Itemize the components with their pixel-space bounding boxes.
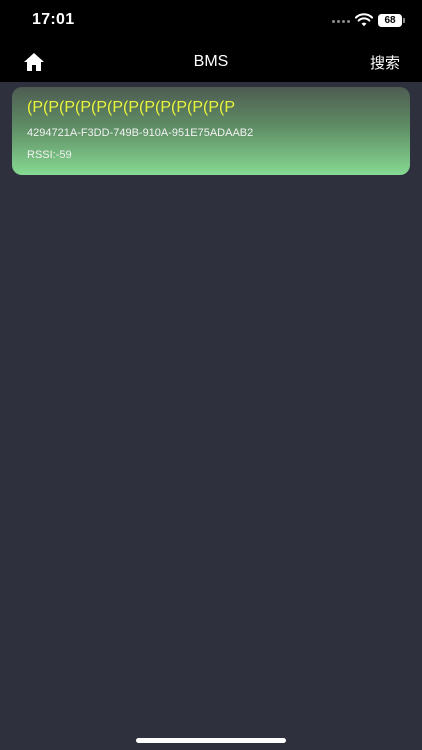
device-rssi: RSSI:-59	[27, 149, 72, 161]
wifi-icon	[355, 13, 373, 27]
device-list-item[interactable]: (P(P(P(P(P(P(P(P(P(P(P(P(P 4294721A-F3DD…	[12, 87, 410, 175]
device-uuid: 4294721A-F3DD-749B-910A-951E75ADAAB2	[27, 127, 254, 139]
cellular-signal-icon	[332, 18, 350, 24]
device-name: (P(P(P(P(P(P(P(P(P(P(P(P(P	[27, 99, 235, 116]
navigation-bar: BMS 搜索	[0, 44, 422, 82]
battery-cap	[403, 18, 405, 23]
search-button[interactable]: 搜索	[370, 52, 400, 73]
status-bar: 17:01 68	[0, 0, 422, 44]
page-title: BMS	[193, 53, 229, 70]
battery-indicator: 68	[378, 14, 402, 27]
home-indicator[interactable]	[136, 738, 286, 743]
status-time: 17:01	[32, 11, 75, 28]
